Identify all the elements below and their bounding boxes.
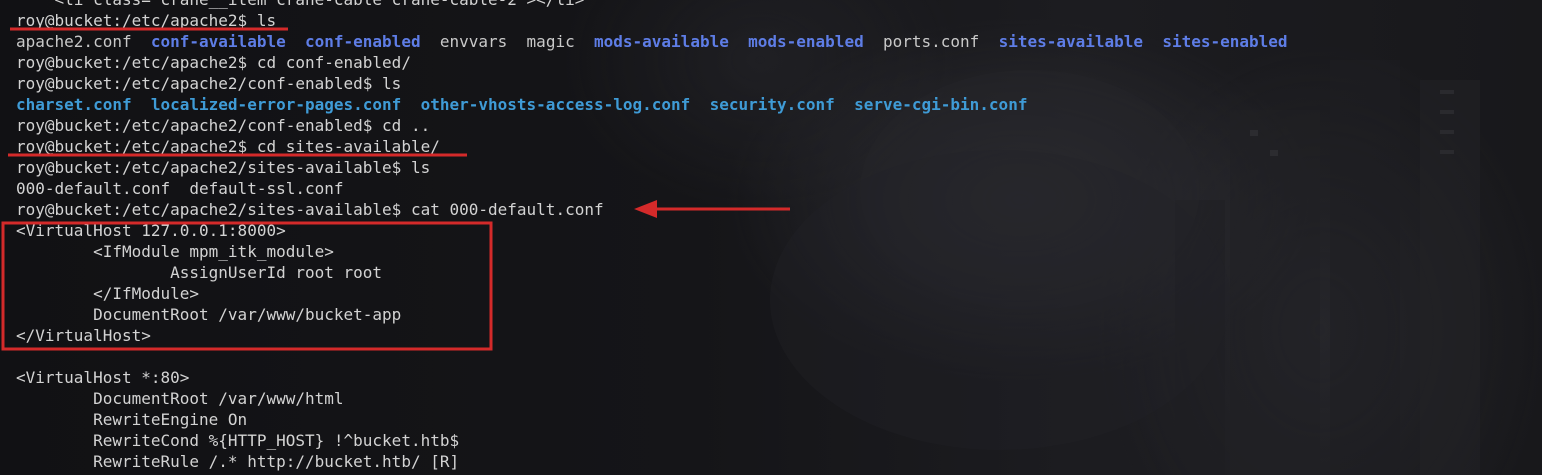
command-line: roy@bucket:/etc/apache2$ cd conf-enabled… [16, 53, 411, 72]
output-line: </VirtualHost> [16, 326, 151, 345]
file-entry: apache2.conf [16, 32, 132, 51]
command-line: roy@bucket:/etc/apache2/sites-available$… [16, 158, 431, 177]
output-line: RewriteCond %{HTTP_HOST} !^bucket.htb$ [16, 431, 460, 450]
symlink-entry: other-vhosts-access-log.conf [420, 95, 691, 114]
file-entry: ports.conf [882, 32, 980, 51]
symlink-entry: localized-error-pages.conf [150, 95, 402, 114]
ls-listing: apache2.conf conf-available conf-enabled… [16, 31, 1542, 52]
output-line: <VirtualHost 127.0.0.1:8000> [16, 221, 286, 240]
output-line: RewriteEngine On [16, 410, 248, 429]
directory-entry: mods-enabled [748, 32, 864, 51]
command-line: roy@bucket:/etc/apache2$ cd sites-availa… [16, 137, 440, 156]
output-line: AssignUserId root root [16, 263, 383, 282]
output-line: <IfModule mpm_itk_module> [16, 242, 334, 261]
directory-entry: mods-available [593, 32, 729, 51]
command-line: roy@bucket:/etc/apache2$ ls [16, 11, 277, 30]
output-line: 000-default.conf default-ssl.conf [16, 179, 344, 198]
output-line: <li class="crane__item crane-cable crane… [16, 0, 1542, 10]
directory-entry: sites-enabled [1162, 32, 1288, 51]
command-line: roy@bucket:/etc/apache2/conf-enabled$ cd… [16, 116, 431, 135]
symlink-entry: serve-cgi-bin.conf [854, 95, 1028, 114]
command-line: roy@bucket:/etc/apache2/conf-enabled$ ls [16, 74, 402, 93]
ls-listing: charset.conf localized-error-pages.conf … [16, 94, 1542, 115]
file-entry: magic [526, 32, 575, 51]
output-line: DocumentRoot /var/www/html [16, 389, 344, 408]
command-line: roy@bucket:/etc/apache2/sites-available$… [16, 200, 604, 219]
output-line: <VirtualHost *:80> [16, 368, 190, 387]
symlink-entry: charset.conf [16, 95, 132, 114]
symlink-entry: security.conf [709, 95, 835, 114]
file-entry: envvars [439, 32, 508, 51]
output-line: </IfModule> [16, 284, 200, 303]
directory-entry: conf-available [150, 32, 286, 51]
output-line: RewriteRule /.* http://bucket.htb/ [R] [16, 452, 460, 471]
terminal-output: <li class="crane__item crane-cable crane… [16, 0, 1542, 475]
directory-entry: conf-enabled [304, 32, 421, 51]
directory-entry: sites-available [998, 32, 1144, 51]
output-line: DocumentRoot /var/www/bucket-app [16, 305, 402, 324]
